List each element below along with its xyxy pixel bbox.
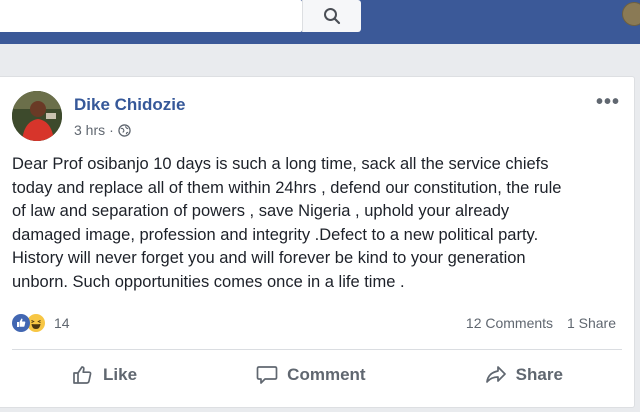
comment-icon [256,366,278,384]
globe-icon[interactable] [118,123,131,137]
profile-avatar-icon[interactable] [622,2,640,26]
post-meta: 3 hrs · [74,122,131,138]
author-name-link[interactable]: Dike Chidozie [74,95,185,115]
share-arrow-icon [485,366,506,383]
share-button[interactable]: Share [484,363,563,387]
post-card: Dike Chidozie 3 hrs · ••• Dear Prof osib… [0,76,635,408]
search-input[interactable] [0,0,302,32]
share-button-label: Share [515,365,563,384]
action-divider [12,349,622,350]
search-icon [324,8,341,25]
post-options-button[interactable]: ••• [596,91,620,114]
reaction-count: 14 [54,315,70,331]
engagement-counts: 12 Comments 1 Share [466,315,616,331]
author-avatar[interactable] [12,91,62,141]
comment-button-label: Comment [287,365,366,384]
comments-count-link[interactable]: 12 Comments [466,315,553,331]
post-timestamp[interactable]: 3 hrs [74,122,105,138]
like-button[interactable]: Like [71,363,137,387]
shares-count-link[interactable]: 1 Share [567,315,616,331]
thumbs-up-icon [73,366,92,384]
meta-separator: · [109,122,114,138]
post-actions: Like Comment Share [12,357,622,393]
search-button[interactable] [302,0,361,32]
comment-button[interactable]: Comment [255,363,366,387]
avatar-photo [12,91,62,141]
post-body-text: Dear Prof osibanjo 10 days is such a lon… [12,155,562,291]
like-button-label: Like [103,365,138,384]
reaction-summary[interactable]: 14 [12,313,70,333]
like-reaction-icon [12,314,30,332]
top-navigation-bar [0,0,640,44]
